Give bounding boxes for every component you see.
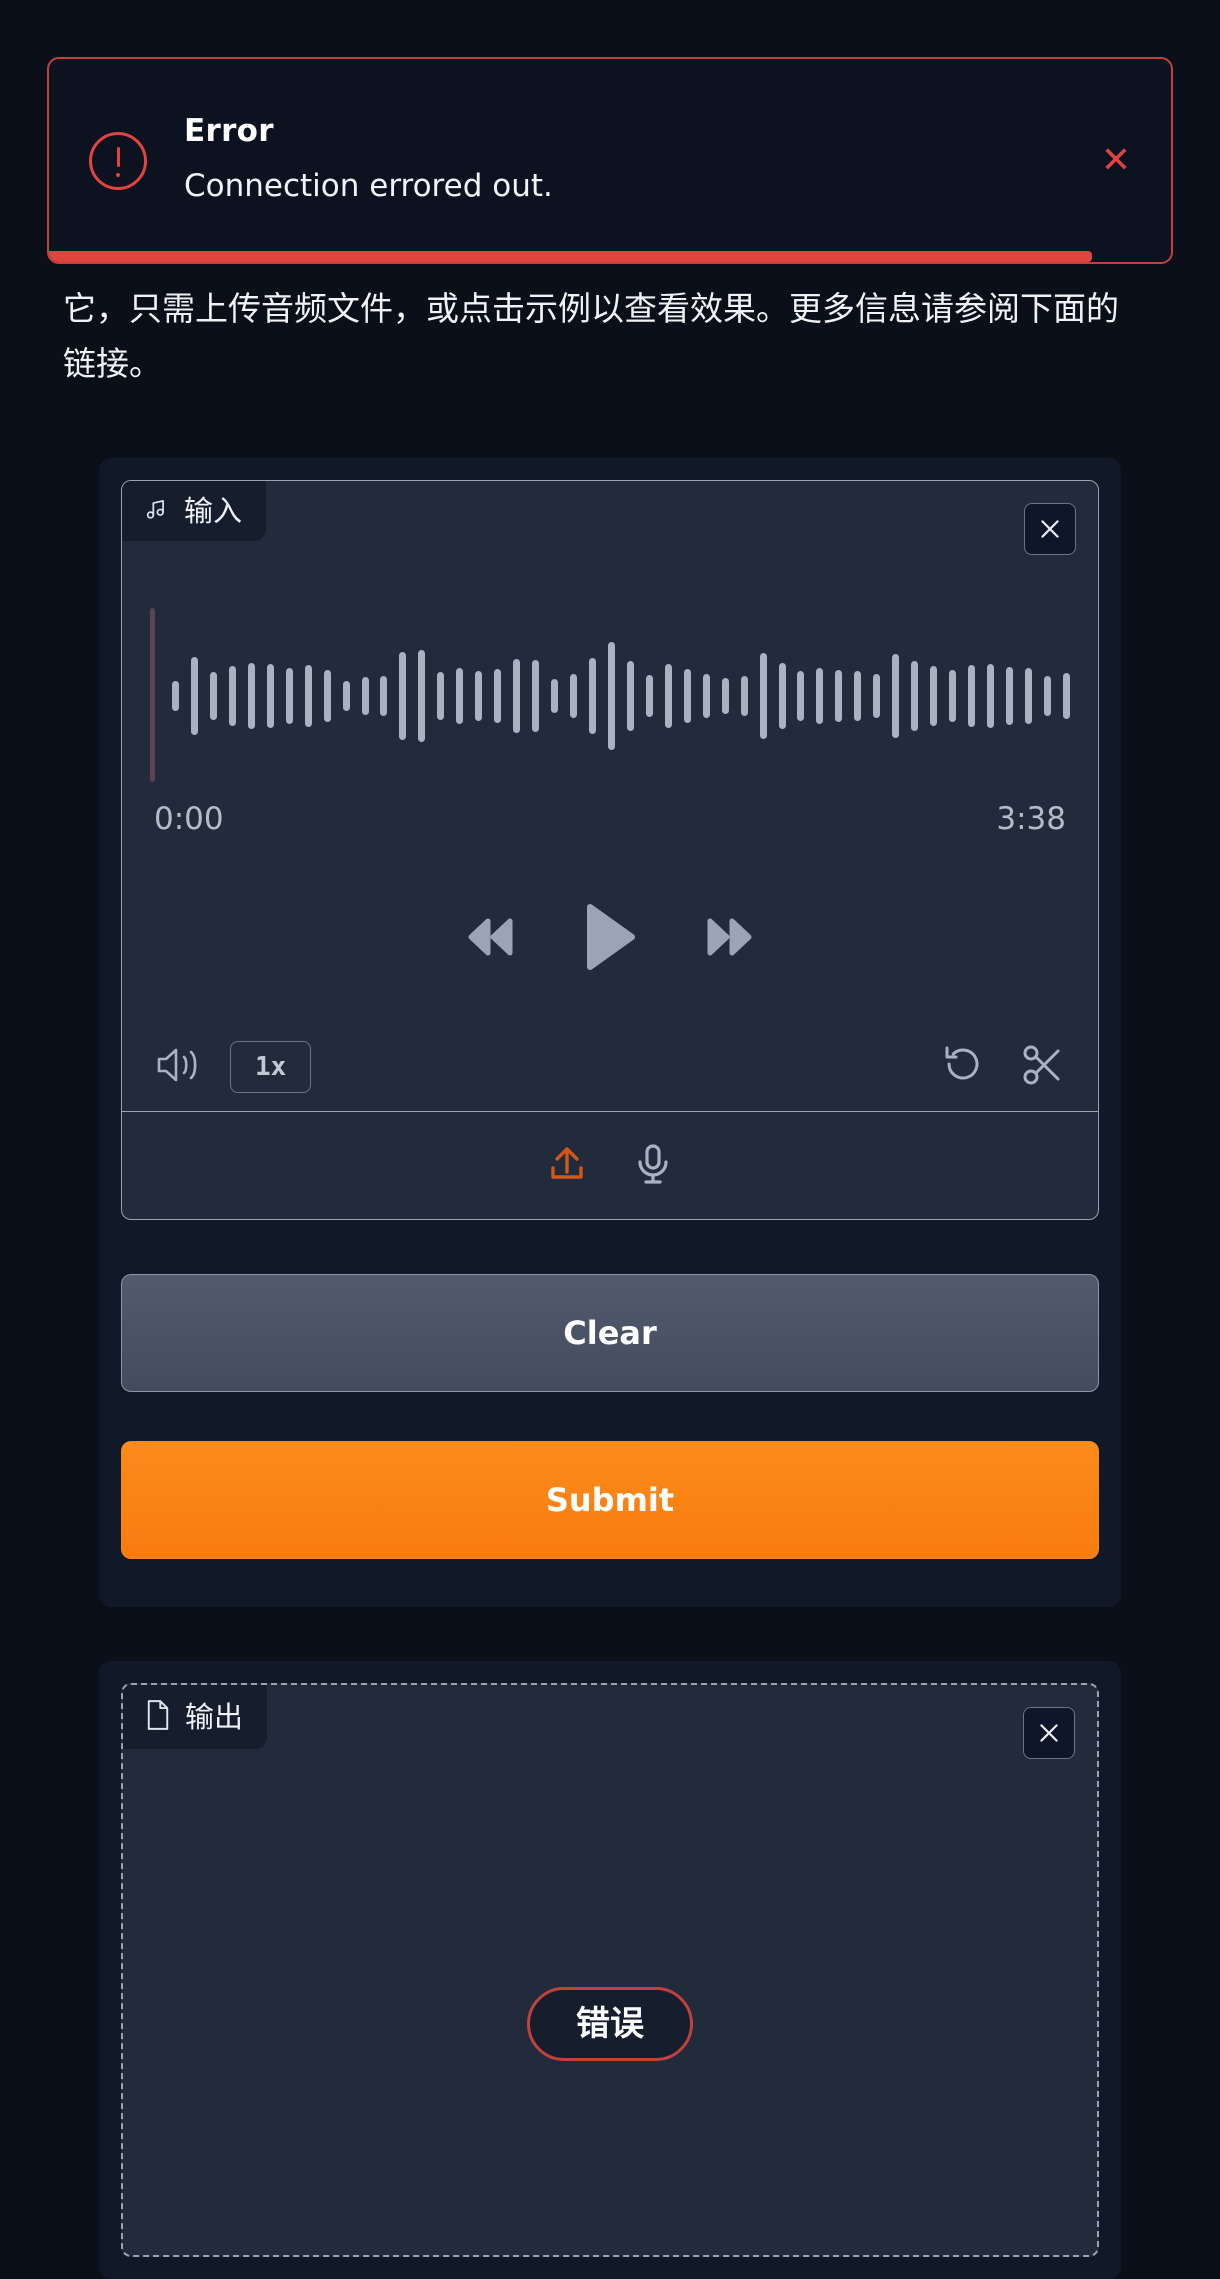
audio-player: 输入 0:00 3:38 1x [121,480,1099,1220]
output-tab-label: 输出 [185,1699,244,1734]
waveform-bar [778,663,786,729]
waveform-bar [986,664,994,728]
waveform-bar [588,658,596,734]
alert-circle-icon [89,131,147,190]
rewind-icon[interactable] [458,915,520,963]
waveform-bar [247,663,255,729]
waveform-bar [1062,673,1070,719]
waveform-bar [342,681,350,711]
waveform-bar [172,681,179,711]
waveform-bar [570,674,578,718]
waveform-bar [228,666,236,726]
clear-button[interactable]: Clear [121,1274,1099,1392]
status-badge: 错误 [527,1987,693,2061]
waveform-bar [494,669,502,723]
input-tab-label: 输入 [184,493,243,528]
waveform-bar [949,670,957,722]
output-panel: 输出 错误 [99,1661,1121,2279]
page-description: 它，只需上传音频文件，或点击示例以查看效果。更多信息请参阅下面的链接。 [63,289,1119,383]
waveform-bar [380,676,388,716]
upload-icon[interactable] [544,1141,590,1191]
current-time: 0:00 [154,801,224,837]
waveform-bar [607,642,615,750]
waveform-bar [323,670,331,722]
waveform-bar [683,669,691,723]
waveform-bar [911,661,919,731]
waveform-bar [873,674,881,718]
input-tab: 输入 [122,481,267,541]
waveform-bar [532,660,540,732]
waveform-bar [664,664,672,728]
waveform-bar [209,672,217,720]
input-panel: 输入 0:00 3:38 1x [99,458,1121,1607]
waveform-bar [285,668,293,724]
waveform-bar [721,678,729,714]
waveform-bar [835,670,843,722]
error-toast: Error Connection errored out. ✕ [47,57,1173,264]
waveform-bar [702,674,710,718]
playhead-cursor[interactable] [150,608,155,782]
waveform-bar [645,675,653,717]
waveform-bar [1043,676,1051,716]
playback-speed-button[interactable]: 1x [230,1041,312,1093]
waveform-bar [361,677,369,715]
waveform-bar [759,653,767,739]
waveform-bar [854,671,862,721]
music-note-icon [144,496,170,526]
output-tab: 输出 [123,1685,268,1749]
play-icon[interactable] [580,901,640,977]
waveform-bar [304,665,312,727]
waveform-bar [190,657,198,735]
time-row: 0:00 3:38 [154,801,1066,837]
microphone-icon[interactable] [630,1141,676,1191]
file-icon [145,1700,171,1734]
transport-controls [122,901,1098,977]
output-dropzone[interactable]: 输出 错误 [121,1683,1099,2257]
scissors-icon[interactable] [1020,1042,1066,1092]
undo-icon[interactable] [940,1042,986,1092]
waveform-bar [418,650,426,742]
total-time: 3:38 [996,801,1066,837]
submit-button[interactable]: Submit [121,1441,1099,1559]
waveform-bar [551,679,559,713]
fast-forward-icon[interactable] [700,915,762,963]
waveform-bar [930,666,938,726]
waveform[interactable] [150,608,1070,782]
output-close-button[interactable] [1023,1707,1075,1759]
toast-progress-bar [49,251,1093,262]
toast-message: Connection errored out. [184,168,553,205]
waveform-bar [797,671,805,721]
waveform-bar [266,664,274,728]
toast-title: Error [184,112,274,149]
volume-icon[interactable] [154,1043,204,1091]
waveform-bar [437,672,445,720]
waveform-bar [892,654,900,738]
waveform-bar [1024,668,1032,724]
waveform-bar [456,668,464,724]
waveform-bar [475,671,483,721]
audio-tools-row: 1x [154,1041,1066,1093]
waveform-bar [513,659,521,733]
audio-source-row [122,1111,1098,1219]
waveform-bar [399,652,407,740]
input-close-button[interactable] [1024,503,1076,555]
toast-text: Error Connection errored out. [184,113,1091,208]
waveform-bars [172,621,1070,771]
waveform-bar [816,668,824,724]
waveform-bar [968,665,976,727]
waveform-bar [740,676,748,716]
waveform-bar [1005,667,1013,725]
toast-close-button[interactable]: ✕ [1091,137,1141,185]
waveform-bar [626,661,634,731]
